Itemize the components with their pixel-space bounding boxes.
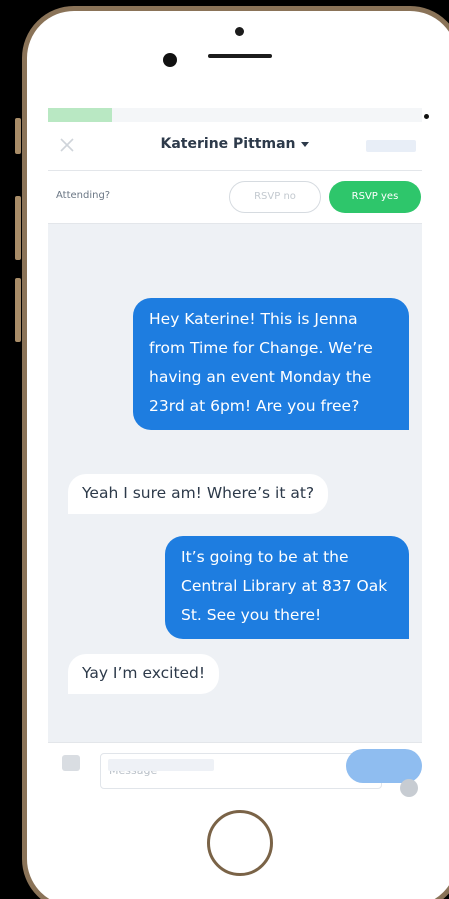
compose-bar: Message [48,742,422,798]
rsvp-bar: Attending? RSVP no RSVP yes [48,171,422,224]
info-icon[interactable] [400,779,418,797]
phone-screen: Katerine Pittman Attending? RSVP no RSVP… [48,108,422,798]
message-bubble-outgoing: Hey Katerine! This is Jenna from Time fo… [133,298,409,430]
progress-fill [48,108,112,122]
rsvp-yes-button[interactable]: RSVP yes [329,181,421,213]
progress-track [48,108,422,122]
send-button[interactable] [346,749,422,783]
proximity-sensor [163,53,177,67]
volume-up-button [15,196,21,260]
front-camera [235,27,244,36]
stage: Katerine Pittman Attending? RSVP no RSVP… [0,0,449,899]
earpiece-speaker [208,54,272,58]
contact-name: Katerine Pittman [160,136,296,152]
mute-switch [15,118,21,154]
message-bubble-outgoing: It’s going to be at the Central Library … [165,536,409,639]
volume-down-button [15,278,21,342]
chevron-down-icon [301,141,310,147]
message-bubble-incoming: Yeah I sure am! Where’s it at? [68,474,329,514]
attending-label: Attending? [56,190,111,201]
input-placeholder-shape [108,759,214,771]
conversation-header: Katerine Pittman [48,122,422,171]
message-bubble-incoming: Yay I’m excited! [68,654,220,694]
home-button[interactable] [207,810,273,876]
header-action-placeholder[interactable] [366,140,416,152]
rsvp-no-button[interactable]: RSVP no [229,181,321,213]
screen-edge-dot [424,114,429,119]
chat-bubble-icon[interactable] [62,755,80,771]
message-thread: Hey Katerine! This is Jenna from Time fo… [48,224,422,740]
